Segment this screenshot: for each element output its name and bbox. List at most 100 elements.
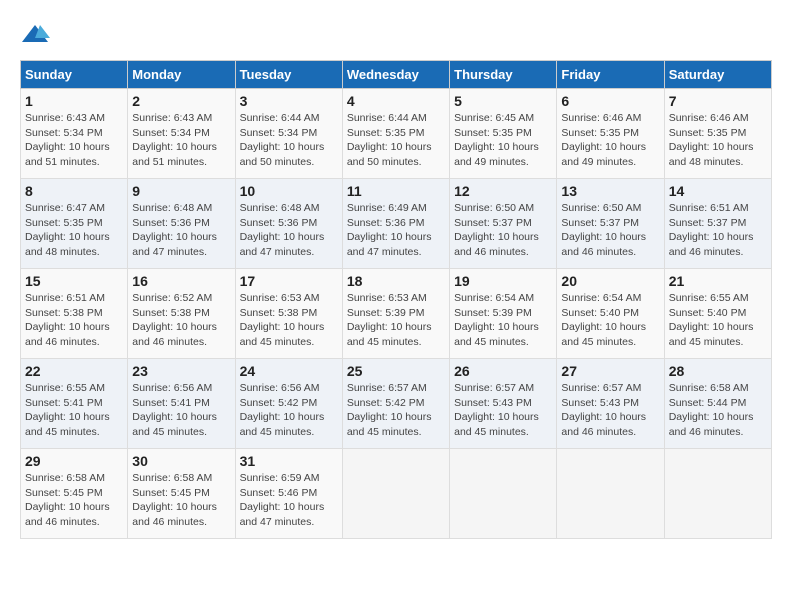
day-info: Sunrise: 6:53 AM Sunset: 5:38 PM Dayligh… [240, 291, 338, 350]
day-info: Sunrise: 6:58 AM Sunset: 5:44 PM Dayligh… [669, 381, 767, 440]
day-number: 17 [240, 273, 338, 289]
day-info: Sunrise: 6:50 AM Sunset: 5:37 PM Dayligh… [561, 201, 659, 260]
day-number: 24 [240, 363, 338, 379]
day-info: Sunrise: 6:57 AM Sunset: 5:43 PM Dayligh… [561, 381, 659, 440]
day-cell-14: 14 Sunrise: 6:51 AM Sunset: 5:37 PM Dayl… [664, 179, 771, 269]
day-cell-24: 24 Sunrise: 6:56 AM Sunset: 5:42 PM Dayl… [235, 359, 342, 449]
day-number: 12 [454, 183, 552, 199]
day-cell-31: 31 Sunrise: 6:59 AM Sunset: 5:46 PM Dayl… [235, 449, 342, 539]
day-number: 31 [240, 453, 338, 469]
calendar-week-3: 15 Sunrise: 6:51 AM Sunset: 5:38 PM Dayl… [21, 269, 772, 359]
day-number: 27 [561, 363, 659, 379]
day-info: Sunrise: 6:46 AM Sunset: 5:35 PM Dayligh… [561, 111, 659, 170]
day-cell-29: 29 Sunrise: 6:58 AM Sunset: 5:45 PM Dayl… [21, 449, 128, 539]
header [20, 20, 772, 50]
day-info: Sunrise: 6:45 AM Sunset: 5:35 PM Dayligh… [454, 111, 552, 170]
day-number: 11 [347, 183, 445, 199]
day-number: 1 [25, 93, 123, 109]
calendar-week-4: 22 Sunrise: 6:55 AM Sunset: 5:41 PM Dayl… [21, 359, 772, 449]
day-number: 22 [25, 363, 123, 379]
day-header-monday: Monday [128, 61, 235, 89]
calendar-week-5: 29 Sunrise: 6:58 AM Sunset: 5:45 PM Dayl… [21, 449, 772, 539]
calendar-week-2: 8 Sunrise: 6:47 AM Sunset: 5:35 PM Dayli… [21, 179, 772, 269]
day-cell-3: 3 Sunrise: 6:44 AM Sunset: 5:34 PM Dayli… [235, 89, 342, 179]
logo-icon [20, 20, 50, 50]
day-info: Sunrise: 6:55 AM Sunset: 5:41 PM Dayligh… [25, 381, 123, 440]
day-info: Sunrise: 6:49 AM Sunset: 5:36 PM Dayligh… [347, 201, 445, 260]
day-info: Sunrise: 6:44 AM Sunset: 5:34 PM Dayligh… [240, 111, 338, 170]
day-cell-8: 8 Sunrise: 6:47 AM Sunset: 5:35 PM Dayli… [21, 179, 128, 269]
day-info: Sunrise: 6:50 AM Sunset: 5:37 PM Dayligh… [454, 201, 552, 260]
day-cell-9: 9 Sunrise: 6:48 AM Sunset: 5:36 PM Dayli… [128, 179, 235, 269]
calendar-body: 1 Sunrise: 6:43 AM Sunset: 5:34 PM Dayli… [21, 89, 772, 539]
day-cell-28: 28 Sunrise: 6:58 AM Sunset: 5:44 PM Dayl… [664, 359, 771, 449]
day-header-wednesday: Wednesday [342, 61, 449, 89]
day-cell-21: 21 Sunrise: 6:55 AM Sunset: 5:40 PM Dayl… [664, 269, 771, 359]
calendar-week-1: 1 Sunrise: 6:43 AM Sunset: 5:34 PM Dayli… [21, 89, 772, 179]
day-info: Sunrise: 6:51 AM Sunset: 5:37 PM Dayligh… [669, 201, 767, 260]
day-info: Sunrise: 6:47 AM Sunset: 5:35 PM Dayligh… [25, 201, 123, 260]
empty-cell [450, 449, 557, 539]
day-cell-23: 23 Sunrise: 6:56 AM Sunset: 5:41 PM Dayl… [128, 359, 235, 449]
day-info: Sunrise: 6:48 AM Sunset: 5:36 PM Dayligh… [240, 201, 338, 260]
day-info: Sunrise: 6:51 AM Sunset: 5:38 PM Dayligh… [25, 291, 123, 350]
day-cell-6: 6 Sunrise: 6:46 AM Sunset: 5:35 PM Dayli… [557, 89, 664, 179]
day-cell-30: 30 Sunrise: 6:58 AM Sunset: 5:45 PM Dayl… [128, 449, 235, 539]
empty-cell [342, 449, 449, 539]
day-header-friday: Friday [557, 61, 664, 89]
day-number: 18 [347, 273, 445, 289]
day-number: 2 [132, 93, 230, 109]
empty-cell [664, 449, 771, 539]
day-cell-12: 12 Sunrise: 6:50 AM Sunset: 5:37 PM Dayl… [450, 179, 557, 269]
day-cell-7: 7 Sunrise: 6:46 AM Sunset: 5:35 PM Dayli… [664, 89, 771, 179]
day-number: 20 [561, 273, 659, 289]
day-info: Sunrise: 6:43 AM Sunset: 5:34 PM Dayligh… [25, 111, 123, 170]
day-number: 9 [132, 183, 230, 199]
day-cell-15: 15 Sunrise: 6:51 AM Sunset: 5:38 PM Dayl… [21, 269, 128, 359]
day-number: 23 [132, 363, 230, 379]
day-info: Sunrise: 6:57 AM Sunset: 5:43 PM Dayligh… [454, 381, 552, 440]
day-header-sunday: Sunday [21, 61, 128, 89]
day-number: 16 [132, 273, 230, 289]
day-number: 7 [669, 93, 767, 109]
day-info: Sunrise: 6:43 AM Sunset: 5:34 PM Dayligh… [132, 111, 230, 170]
day-number: 6 [561, 93, 659, 109]
day-cell-10: 10 Sunrise: 6:48 AM Sunset: 5:36 PM Dayl… [235, 179, 342, 269]
day-number: 15 [25, 273, 123, 289]
day-info: Sunrise: 6:56 AM Sunset: 5:41 PM Dayligh… [132, 381, 230, 440]
day-info: Sunrise: 6:54 AM Sunset: 5:40 PM Dayligh… [561, 291, 659, 350]
day-header-tuesday: Tuesday [235, 61, 342, 89]
day-number: 30 [132, 453, 230, 469]
day-cell-16: 16 Sunrise: 6:52 AM Sunset: 5:38 PM Dayl… [128, 269, 235, 359]
day-cell-27: 27 Sunrise: 6:57 AM Sunset: 5:43 PM Dayl… [557, 359, 664, 449]
day-info: Sunrise: 6:57 AM Sunset: 5:42 PM Dayligh… [347, 381, 445, 440]
day-number: 19 [454, 273, 552, 289]
day-number: 26 [454, 363, 552, 379]
day-number: 29 [25, 453, 123, 469]
day-info: Sunrise: 6:46 AM Sunset: 5:35 PM Dayligh… [669, 111, 767, 170]
day-cell-26: 26 Sunrise: 6:57 AM Sunset: 5:43 PM Dayl… [450, 359, 557, 449]
day-cell-17: 17 Sunrise: 6:53 AM Sunset: 5:38 PM Dayl… [235, 269, 342, 359]
day-info: Sunrise: 6:52 AM Sunset: 5:38 PM Dayligh… [132, 291, 230, 350]
day-number: 14 [669, 183, 767, 199]
day-cell-25: 25 Sunrise: 6:57 AM Sunset: 5:42 PM Dayl… [342, 359, 449, 449]
day-cell-4: 4 Sunrise: 6:44 AM Sunset: 5:35 PM Dayli… [342, 89, 449, 179]
day-cell-18: 18 Sunrise: 6:53 AM Sunset: 5:39 PM Dayl… [342, 269, 449, 359]
day-cell-1: 1 Sunrise: 6:43 AM Sunset: 5:34 PM Dayli… [21, 89, 128, 179]
day-info: Sunrise: 6:59 AM Sunset: 5:46 PM Dayligh… [240, 471, 338, 530]
logo [20, 20, 54, 50]
day-info: Sunrise: 6:54 AM Sunset: 5:39 PM Dayligh… [454, 291, 552, 350]
day-info: Sunrise: 6:48 AM Sunset: 5:36 PM Dayligh… [132, 201, 230, 260]
calendar-table: SundayMondayTuesdayWednesdayThursdayFrid… [20, 60, 772, 539]
day-cell-20: 20 Sunrise: 6:54 AM Sunset: 5:40 PM Dayl… [557, 269, 664, 359]
day-info: Sunrise: 6:58 AM Sunset: 5:45 PM Dayligh… [132, 471, 230, 530]
day-info: Sunrise: 6:58 AM Sunset: 5:45 PM Dayligh… [25, 471, 123, 530]
day-cell-13: 13 Sunrise: 6:50 AM Sunset: 5:37 PM Dayl… [557, 179, 664, 269]
day-number: 5 [454, 93, 552, 109]
day-number: 10 [240, 183, 338, 199]
day-cell-11: 11 Sunrise: 6:49 AM Sunset: 5:36 PM Dayl… [342, 179, 449, 269]
day-number: 21 [669, 273, 767, 289]
day-cell-19: 19 Sunrise: 6:54 AM Sunset: 5:39 PM Dayl… [450, 269, 557, 359]
day-info: Sunrise: 6:55 AM Sunset: 5:40 PM Dayligh… [669, 291, 767, 350]
day-number: 8 [25, 183, 123, 199]
